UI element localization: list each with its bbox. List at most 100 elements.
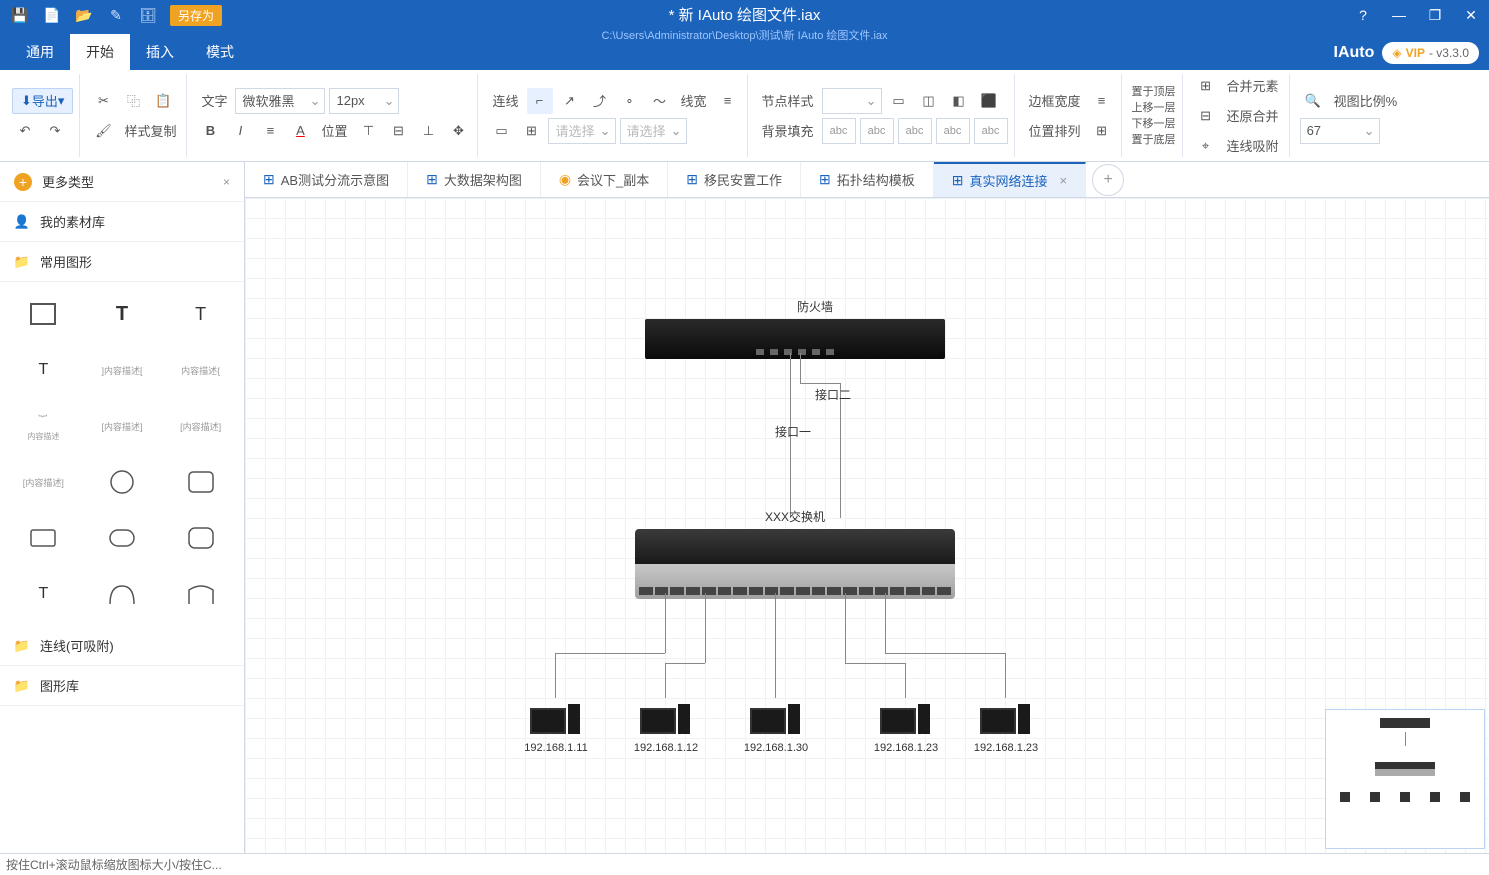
vip-badge[interactable]: ◈ VIP - v3.3.0: [1382, 42, 1479, 64]
bold-button[interactable]: B: [197, 118, 223, 144]
shape-roundrect2[interactable]: [89, 516, 156, 560]
maximize-icon[interactable]: ❐: [1417, 0, 1453, 30]
saveas-button[interactable]: 另存为: [170, 5, 222, 26]
scale-select[interactable]: 67: [1300, 118, 1380, 144]
ns2-icon[interactable]: ◫: [916, 88, 942, 114]
redo-button[interactable]: ↷: [42, 118, 68, 144]
line-select1[interactable]: 请选择: [548, 118, 615, 144]
pc-node-0[interactable]: 192.168.1.11: [525, 698, 585, 754]
ns1-icon[interactable]: ▭: [886, 88, 912, 114]
undo-button[interactable]: ↶: [12, 118, 38, 144]
shape-brace1[interactable]: }内容描述: [10, 404, 77, 448]
tab-0[interactable]: ⊞AB测试分流示意图: [245, 162, 408, 197]
shape-halfround1[interactable]: [89, 572, 156, 616]
lineedit2-icon[interactable]: ⊞: [518, 118, 544, 144]
pc-node-3[interactable]: 192.168.1.23: [875, 698, 935, 754]
layer-bottom[interactable]: 置于底层: [1132, 133, 1176, 147]
sidebar-common[interactable]: 📁 常用图形: [0, 242, 244, 282]
firewall-node[interactable]: 防火墙: [645, 298, 945, 359]
abc5-button[interactable]: abc: [974, 118, 1008, 144]
minimize-icon[interactable]: —: [1381, 0, 1417, 30]
shape-brace3[interactable]: [内容描述]: [167, 404, 234, 448]
shape-roundrect[interactable]: [167, 460, 234, 504]
shape-rect2[interactable]: [10, 516, 77, 560]
posarr-icon[interactable]: ⊞: [1089, 118, 1115, 144]
align-button[interactable]: ≡: [257, 118, 283, 144]
snap-icon[interactable]: ⌖: [1193, 133, 1219, 159]
save-icon[interactable]: 💾: [6, 3, 34, 27]
pc-node-1[interactable]: 192.168.1.12: [635, 698, 695, 754]
cut-icon[interactable]: ✂: [90, 88, 116, 114]
conn5-icon[interactable]: 〜: [647, 88, 673, 114]
linewidth-icon[interactable]: ≡: [715, 88, 741, 114]
conn3-icon[interactable]: ⤴: [587, 88, 613, 114]
merge-icon[interactable]: ⊞: [1193, 73, 1219, 99]
abc2-button[interactable]: abc: [860, 118, 894, 144]
tab-close-icon[interactable]: ×: [1060, 173, 1068, 188]
line-select2[interactable]: 请选择: [620, 118, 687, 144]
menu-insert[interactable]: 插入: [130, 34, 190, 70]
pos1-icon[interactable]: ⊤: [355, 118, 381, 144]
minimap[interactable]: [1325, 709, 1485, 849]
open-icon[interactable]: 📂: [70, 3, 98, 27]
sidebar-more[interactable]: + 更多类型 ×: [0, 162, 244, 202]
abc3-button[interactable]: abc: [898, 118, 932, 144]
brush-icon[interactable]: 🖌: [90, 118, 116, 144]
shape-brace2[interactable]: [内容描述]: [89, 404, 156, 448]
tab-add-button[interactable]: +: [1092, 164, 1124, 196]
shape-text4[interactable]: T: [10, 572, 77, 616]
shape-rect[interactable]: [10, 292, 77, 336]
nodestyle-select[interactable]: [822, 88, 882, 114]
pc-node-4[interactable]: 192.168.1.23: [975, 698, 1035, 754]
shape-halfround2[interactable]: [167, 572, 234, 616]
menu-general[interactable]: 通用: [10, 34, 70, 70]
shape-roundrect3[interactable]: [167, 516, 234, 560]
menu-mode[interactable]: 模式: [190, 34, 250, 70]
tab-3[interactable]: ⊞移民安置工作: [668, 162, 801, 197]
edit-icon[interactable]: ✎: [102, 3, 130, 27]
copy-icon[interactable]: ⿻: [120, 88, 146, 114]
fontcolor-button[interactable]: A: [287, 118, 313, 144]
tab-1[interactable]: ⊞大数据架构图: [408, 162, 541, 197]
pc-node-2[interactable]: 192.168.1.30: [745, 698, 805, 754]
shape-text3[interactable]: T: [10, 348, 77, 392]
close-icon[interactable]: ×: [223, 175, 230, 189]
paste-icon[interactable]: 📋: [150, 88, 176, 114]
export-button[interactable]: ⬇ 导出 ▾: [12, 88, 73, 114]
conn1-icon[interactable]: ⌐: [527, 88, 553, 114]
move-icon[interactable]: ✥: [445, 118, 471, 144]
borderwidth-icon[interactable]: ≡: [1089, 88, 1115, 114]
sidebar-mylib[interactable]: 👤 我的素材库: [0, 202, 244, 242]
tab-2[interactable]: ◉会议下_副本: [541, 162, 668, 197]
conn4-icon[interactable]: ∘: [617, 88, 643, 114]
close-icon[interactable]: ✕: [1453, 0, 1489, 30]
ns3-icon[interactable]: ◧: [946, 88, 972, 114]
shape-text1[interactable]: T: [89, 292, 156, 336]
canvas[interactable]: 防火墙 接口一 接口二 XXX交换机: [245, 198, 1489, 853]
italic-button[interactable]: I: [227, 118, 253, 144]
db-icon[interactable]: 🗄: [134, 3, 162, 27]
abc1-button[interactable]: abc: [822, 118, 856, 144]
menu-start[interactable]: 开始: [70, 34, 130, 70]
sidebar-shapelib[interactable]: 📁 图形库: [0, 666, 244, 706]
switch-node[interactable]: XXX交换机: [635, 508, 955, 599]
abc4-button[interactable]: abc: [936, 118, 970, 144]
shape-circle[interactable]: [89, 460, 156, 504]
size-select[interactable]: 12px: [329, 88, 399, 114]
tab-4[interactable]: ⊞拓扑结构模板: [801, 162, 934, 197]
layer-down[interactable]: 下移一层: [1132, 117, 1176, 131]
new-icon[interactable]: 📄: [38, 3, 66, 27]
layer-top[interactable]: 置于顶层: [1132, 85, 1176, 99]
shape-text2[interactable]: T: [167, 292, 234, 336]
font-select[interactable]: 微软雅黑: [235, 88, 325, 114]
zoom-icon[interactable]: 🔍: [1300, 88, 1326, 114]
layer-up[interactable]: 上移一层: [1132, 101, 1176, 115]
sidebar-lines[interactable]: 📁 连线(可吸附): [0, 626, 244, 666]
help-icon[interactable]: ?: [1345, 0, 1381, 30]
shape-bracket3[interactable]: [内容描述]: [10, 460, 77, 504]
tab-5[interactable]: ⊞真实网络连接×: [934, 162, 1086, 197]
shape-bracket2[interactable]: 内容描述{: [167, 348, 234, 392]
ns4-icon[interactable]: ⬛: [976, 88, 1002, 114]
pos3-icon[interactable]: ⊥: [415, 118, 441, 144]
shape-bracket1[interactable]: ]内容描述[: [89, 348, 156, 392]
